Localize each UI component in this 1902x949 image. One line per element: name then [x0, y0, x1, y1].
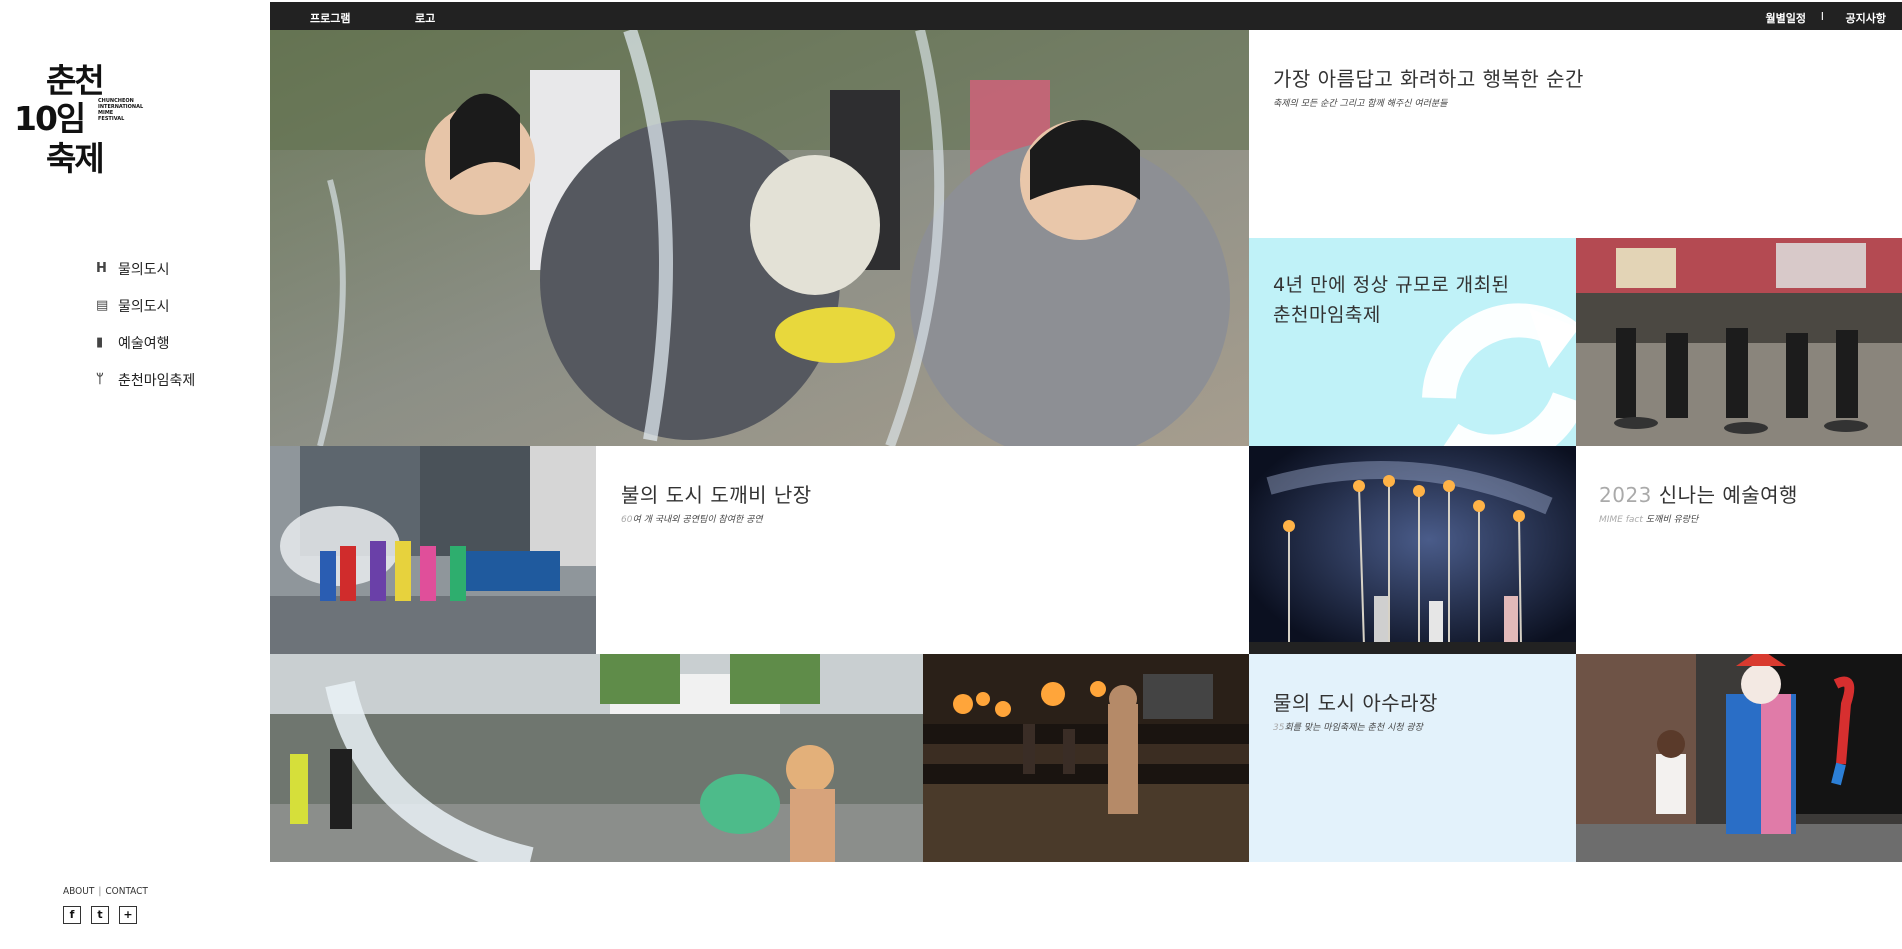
feature-tile-water-chaos[interactable]: 물의 도시 아수라장 35회를 맞는 마임축제는 춘천 시청 광장: [1249, 654, 1576, 862]
feature-tile-happy-moment[interactable]: 가장 아름답고 화려하고 행복한 순간 축제의 모든 순간 그리고 함께 해주신…: [1249, 30, 1902, 238]
tile-title: 2023 신나는 예술여행: [1599, 479, 1798, 508]
nav-schedule-link[interactable]: 월별일정: [1766, 10, 1806, 26]
logo-text-row3: 축제: [46, 139, 105, 178]
footer-links: ABOUT | CONTACT: [63, 886, 148, 897]
suitcase-icon: ▮: [96, 335, 104, 350]
nav-logo-link[interactable]: 로고: [415, 10, 435, 26]
sidebar-item-label: 물의도시: [118, 261, 170, 278]
water-fight-photo[interactable]: [270, 30, 1249, 446]
sidebar-item-water-city[interactable]: H 물의도시: [96, 250, 195, 287]
tile-subtitle-highlight: 60: [621, 515, 633, 525]
festival-logo[interactable]: 춘천 10임 축제 CHUNCHEON INTERNATIONAL MIME F…: [14, 54, 143, 178]
tile-title: 물의 도시 아수라장: [1273, 691, 1438, 715]
logo-english: CHUNCHEON INTERNATIONAL MIME FESTIVAL: [98, 98, 143, 122]
tile-subtitle-text: 여 개 국내외 공연팀이 참여한 공연: [632, 515, 763, 525]
feature-tile-festival-revival[interactable]: 4년 만에 정상 규모로 개최된 춘천마임축제: [1249, 238, 1576, 446]
tile-title: 4년 만에 정상 규모로 개최된: [1273, 274, 1510, 296]
tile-subtitle: MIME fact 도깨비 유랑단: [1599, 512, 1798, 525]
tile-subtitle-highlight: 35: [1273, 723, 1285, 733]
contact-link[interactable]: CONTACT: [105, 886, 148, 897]
tile-subtitle-highlight: MIME fact: [1599, 515, 1643, 525]
tile-title: 불의 도시 도깨비 난장: [621, 483, 812, 507]
night-fire-performance-photo[interactable]: [1249, 446, 1576, 654]
h-icon: H: [96, 261, 107, 276]
sidebar: 춘천 10임 축제 CHUNCHEON INTERNATIONAL MIME F…: [0, 0, 270, 949]
twitter-icon[interactable]: t: [91, 906, 109, 924]
tile-subtitle: 60여 개 국내외 공연팀이 참여한 공연: [621, 512, 812, 525]
nav-notice-link[interactable]: 공지사항: [1846, 10, 1886, 26]
feature-tile-goblin-fair[interactable]: 불의 도시 도깨비 난장 60여 개 국내외 공연팀이 참여한 공연: [596, 446, 1249, 654]
social-links: f t +: [63, 906, 137, 924]
plus-icon[interactable]: +: [119, 906, 137, 924]
clown-balloon-photo[interactable]: [1576, 654, 1902, 862]
sidebar-item-label: 춘천마임축제: [118, 372, 196, 389]
colorful-dancers-photo[interactable]: [270, 446, 596, 654]
sidebar-item-label: 예술여행: [118, 335, 170, 352]
tile-title: 가장 아름답고 화려하고 행복한 순간: [1273, 67, 1584, 91]
tile-title-text: 신나는 예술여행: [1658, 483, 1798, 507]
sidebar-nav: H 물의도시 ▤ 물의도시 ▮ 예술여행 ᛘ 춘천마임축제: [96, 250, 195, 398]
building-icon: ▤: [96, 298, 109, 313]
nav-divider: I: [1820, 10, 1824, 23]
tile-title-line2: 춘천마임축제: [1273, 304, 1381, 326]
feature-tile-art-travel-2023[interactable]: 2023 신나는 예술여행 MIME fact 도깨비 유랑단: [1576, 446, 1902, 654]
tile-title-highlight: 2023: [1599, 483, 1652, 507]
water-bucket-photo[interactable]: [270, 654, 923, 862]
top-nav-bar: 프로그램 로고 월별일정 I 공지사항: [270, 2, 1902, 30]
sidebar-item-water-city-2[interactable]: ▤ 물의도시: [96, 287, 195, 324]
tile-subtitle: 축제의 모든 순간 그리고 함께 해주신 여러분들: [1273, 99, 1448, 109]
logo-eng-line: FESTIVAL: [98, 116, 125, 122]
footer-separator: |: [98, 886, 102, 897]
sidebar-item-art-travel[interactable]: ▮ 예술여행: [96, 324, 195, 361]
torch-procession-photo[interactable]: [923, 654, 1249, 862]
tile-subtitle-text: 회를 맞는 마임축제는 춘천 시청 광장: [1284, 723, 1423, 733]
about-link[interactable]: ABOUT: [63, 886, 94, 897]
nav-program-link[interactable]: 프로그램: [310, 10, 350, 26]
tile-subtitle: 35회를 맞는 마임축제는 춘천 시청 광장: [1273, 720, 1438, 733]
tile-subtitle-text: 도깨비 유랑단: [1645, 515, 1699, 525]
facebook-icon[interactable]: f: [63, 906, 81, 924]
utensils-icon: ᛘ: [96, 372, 104, 387]
sidebar-item-label: 물의도시: [118, 298, 170, 315]
mime-performers-crowd-photo[interactable]: [1576, 238, 1902, 446]
sidebar-item-mime-festival[interactable]: ᛘ 춘천마임축제: [96, 361, 195, 398]
